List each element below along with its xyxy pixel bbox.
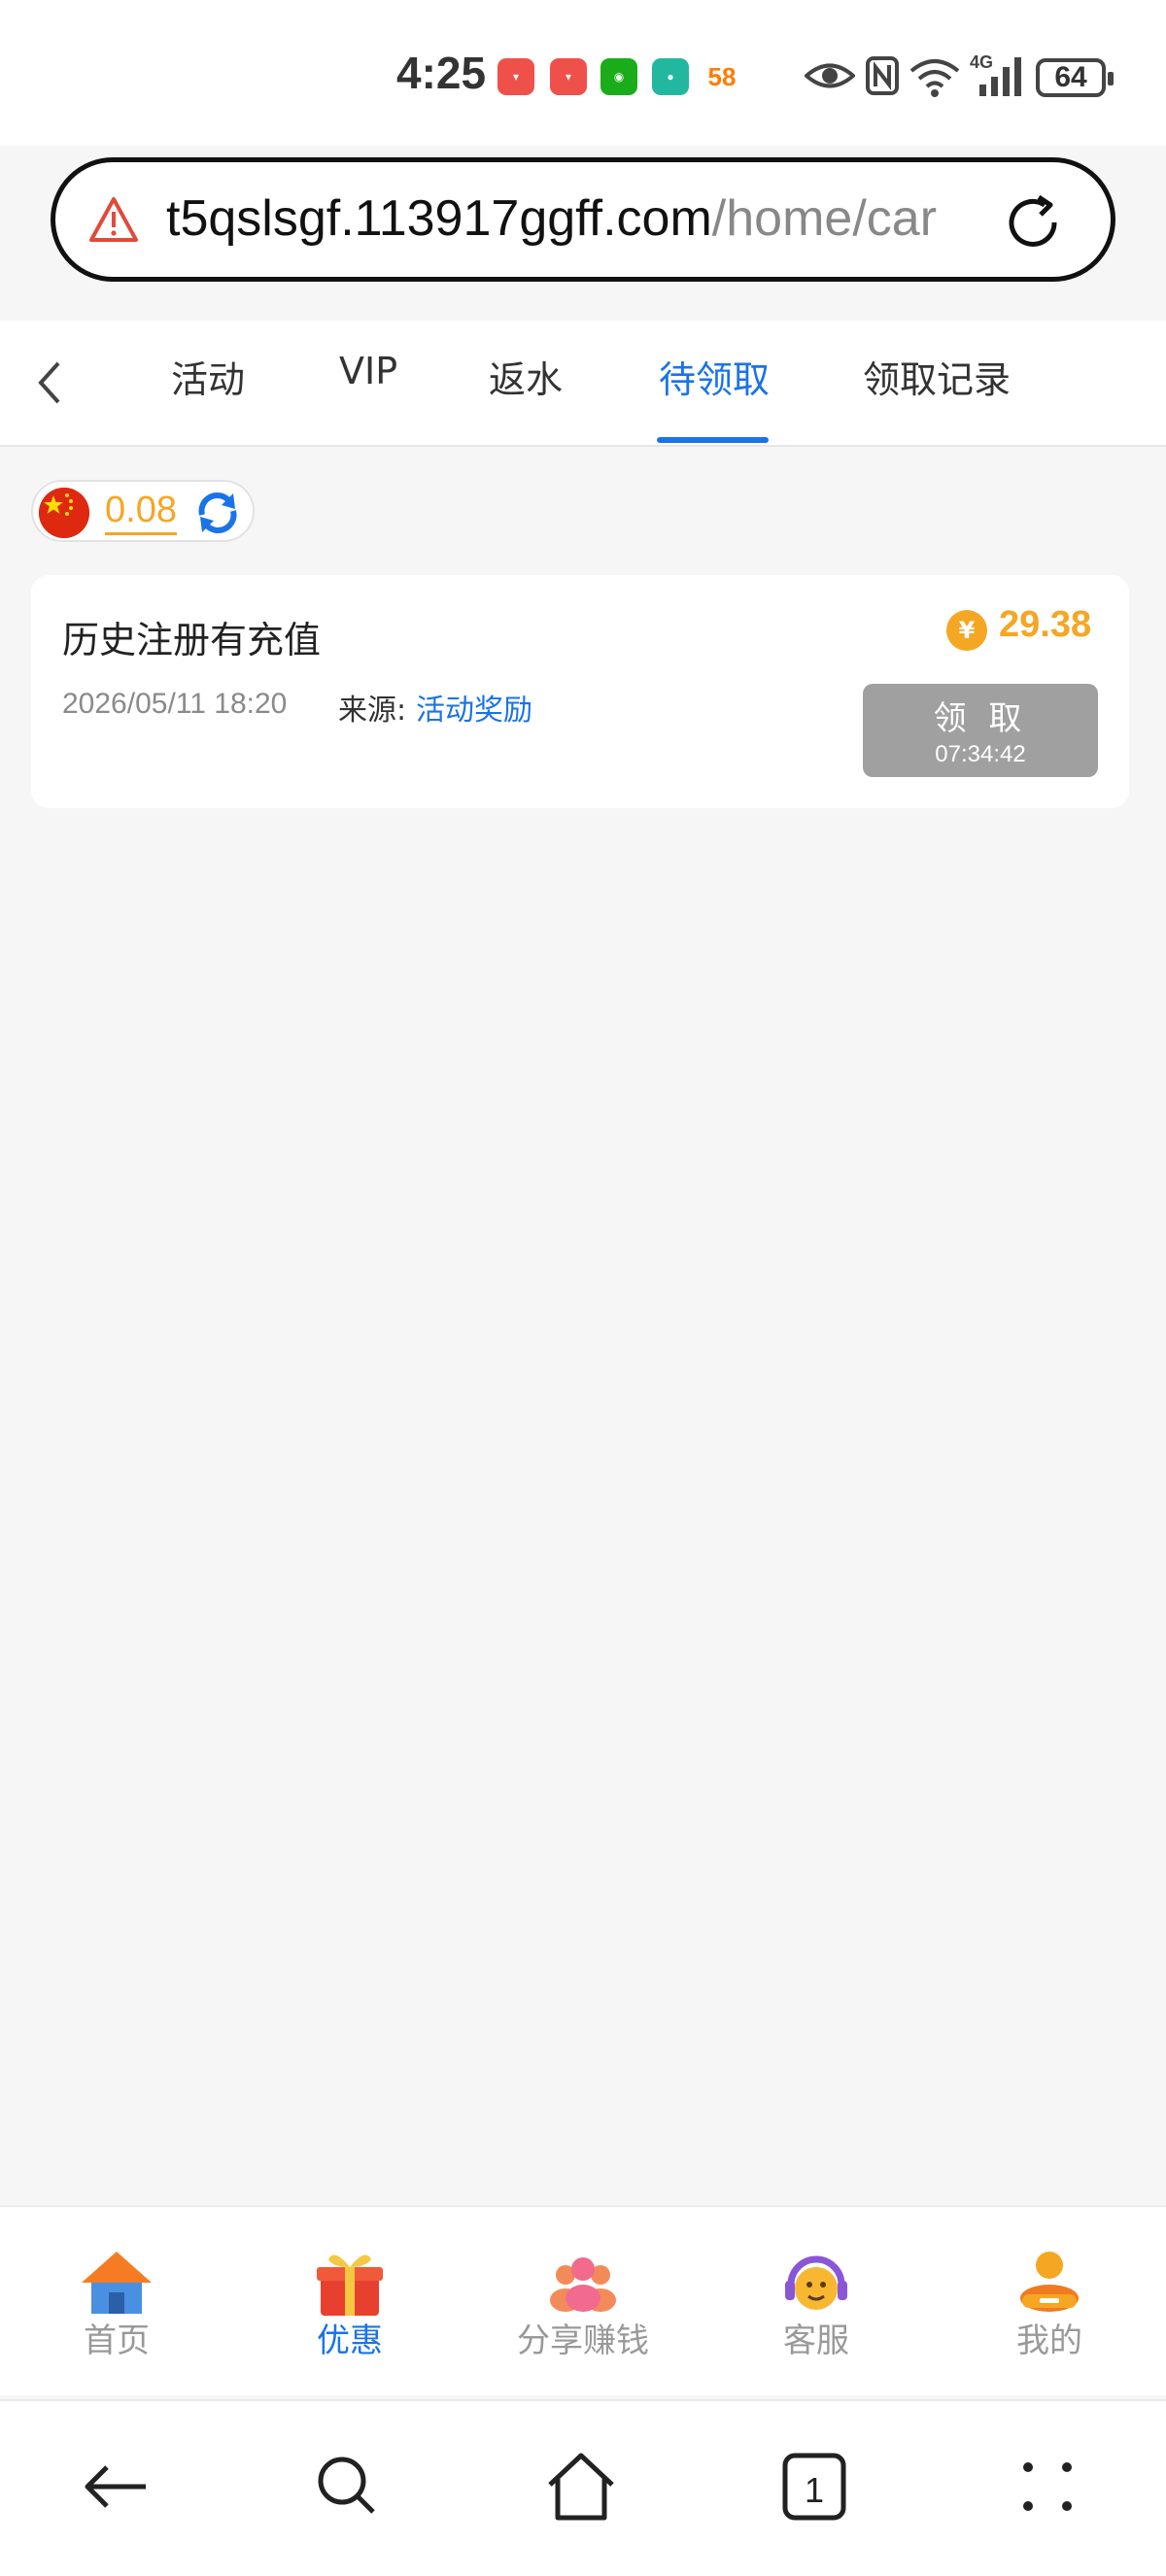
wifi-icon [909,59,960,97]
58-icon: 58 [707,61,737,91]
nfc-icon [866,56,899,95]
battery-indicator: 64 [1036,58,1114,97]
reward-source: 活动奖励 [416,694,532,728]
meituan-icon: ▾ [550,58,587,95]
profile-icon [1020,2252,1079,2312]
tab-vip[interactable]: VIP [339,350,397,392]
claim-countdown: 07:34:42 [935,741,1026,767]
claim-button[interactable]: 领 取 07:34:42 [863,684,1098,777]
balance-value: 0.08 [105,488,177,535]
nav-support[interactable]: 客服 [719,2246,913,2361]
nav-share[interactable]: 分享赚钱 [486,2246,680,2361]
tab-bar: 活动 VIP 返水 待领取 领取记录 [0,321,1166,447]
reward-title: 历史注册有充值 [62,619,322,661]
url-text[interactable]: t5qslsgf.113917ggff.com/home/car [166,189,1021,248]
browser-back-icon[interactable] [78,2448,155,2525]
tabs-icon[interactable]: 1 [775,2448,853,2525]
home-button-icon[interactable] [542,2448,620,2525]
home-icon [82,2252,152,2314]
support-icon [785,2255,847,2310]
svg-text:1: 1 [805,2470,824,2510]
coin-icon: ¥ [946,610,987,651]
meituan-icon: ▾ [497,58,534,95]
nav-promotions-label: 优惠 [317,2322,383,2360]
china-flag-icon [39,488,89,538]
tab-rebate[interactable]: 返水 [489,350,563,403]
tab-records[interactable]: 领取记录 [863,350,1011,403]
claim-button-label: 领 取 [933,699,1028,738]
search-icon[interactable] [309,2448,387,2525]
nav-profile-label: 我的 [1016,2322,1082,2360]
tab-activity[interactable]: 活动 [171,350,245,403]
more-menu-icon[interactable] [1009,2448,1086,2525]
address-bar[interactable]: t5qslsgf.113917ggff.com/home/car [51,157,1115,282]
system-navigation-bar: 1 [0,2399,1166,2576]
back-arrow-icon[interactable] [29,354,72,412]
wechat-icon: ◉ [600,58,637,95]
share-icon [550,2257,616,2312]
nav-promotions[interactable]: 优惠 [253,2246,447,2361]
nav-share-label: 分享赚钱 [517,2322,649,2360]
balance-chip: 0.08 [31,480,255,542]
nav-support-label: 客服 [783,2322,849,2360]
app-icon: ● [652,58,689,95]
status-bar: 4:25 ▾ ▾ ◉ ● 58 4G 64 [0,0,1166,146]
nav-home[interactable]: 首页 [19,2246,214,2361]
nav-home-label: 首页 [84,2322,150,2360]
url-host: t5qslsgf.113917ggff.com [166,190,712,247]
url-path: /home/car [711,190,938,247]
bottom-navigation: 首页 优惠 分享赚钱 客服 我的 [0,2205,1166,2395]
status-time: 4:25 [396,48,487,98]
reward-source-label: 来源: [338,694,407,728]
refresh-balance-icon[interactable] [194,490,241,536]
warning-icon[interactable] [88,195,139,244]
reload-icon[interactable] [1002,191,1064,254]
nav-profile[interactable]: 我的 [952,2246,1147,2361]
gift-icon [317,2254,383,2316]
reward-card: 历史注册有充值 2026/05/11 18:20 来源: 活动奖励 ¥ 29.3… [31,575,1129,808]
active-tab-indicator [657,437,769,443]
reward-amount: 29.38 [999,604,1092,645]
signal-icon [979,57,1021,96]
eye-icon [805,63,855,88]
tab-pending[interactable]: 待领取 [659,350,770,403]
reward-date: 2026/05/11 18:20 [62,688,288,720]
